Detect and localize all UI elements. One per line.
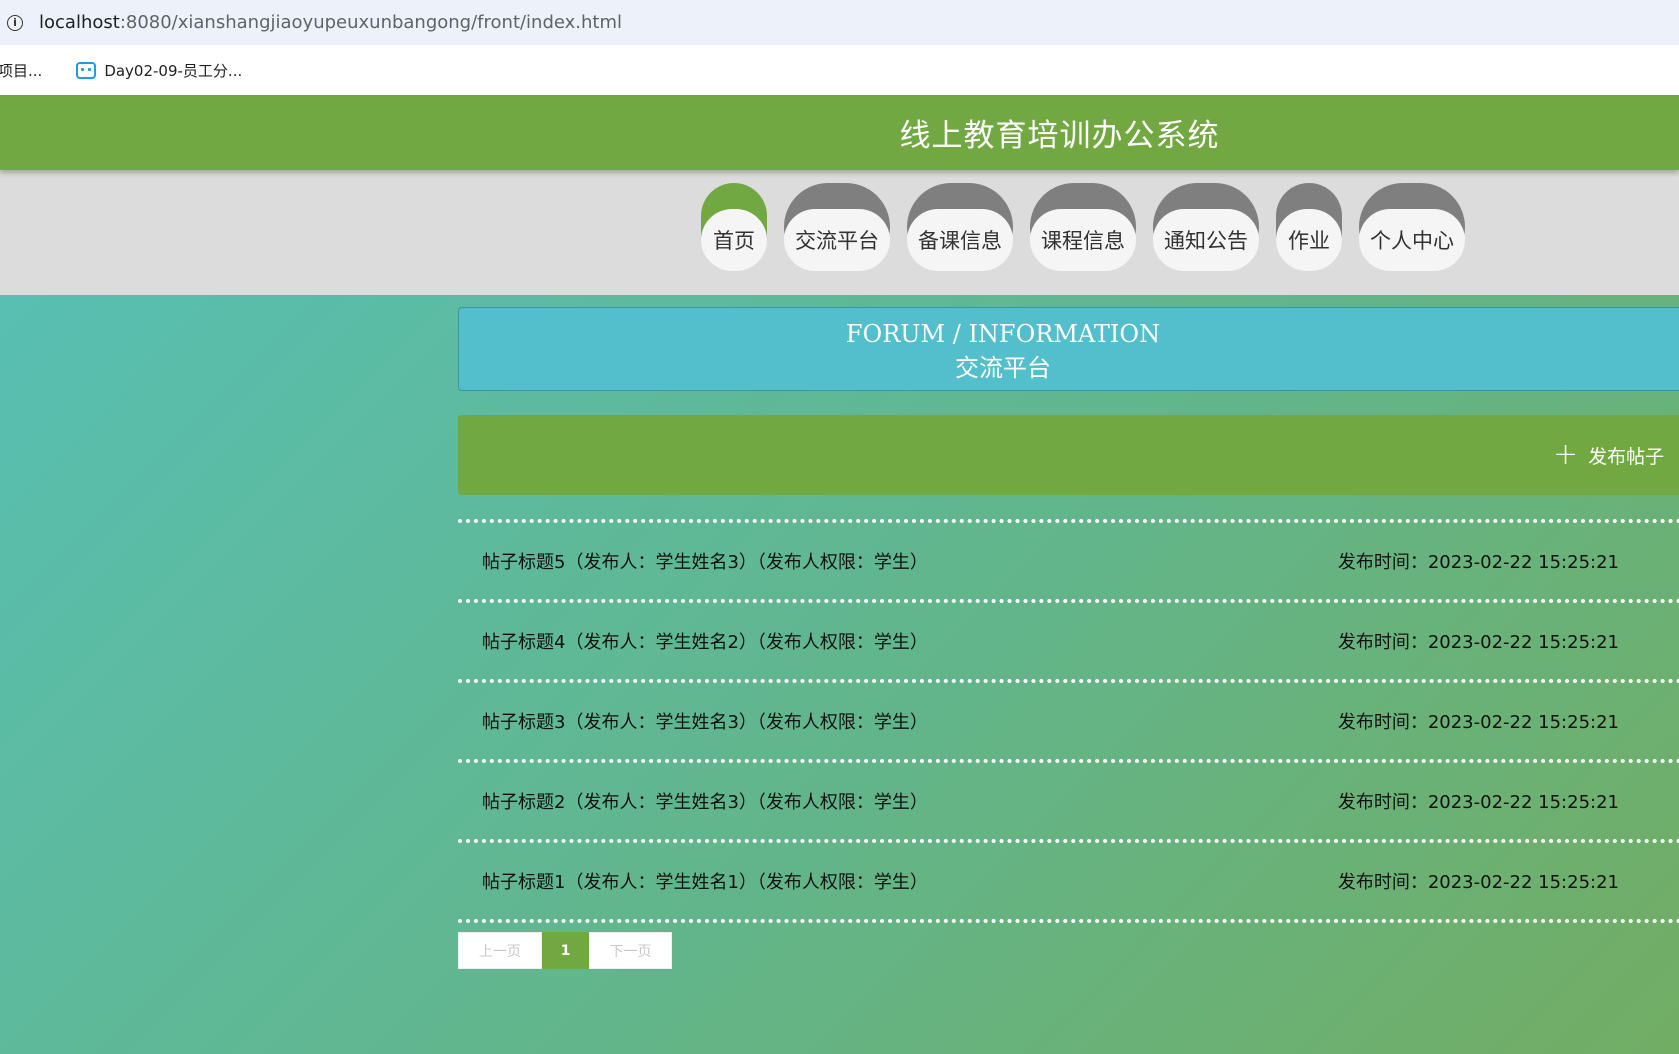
publish-post-button[interactable]: + 发布帖子: [1553, 415, 1664, 495]
url-path: :8080/xianshangjiaoyupeuxunbangong/front…: [119, 12, 623, 33]
nav-item-label: 通知公告: [1153, 209, 1259, 271]
nav-item-courses[interactable]: 课程信息: [1030, 183, 1136, 271]
post-time: 发布时间：2023-02-22 15:25:21: [1337, 632, 1619, 653]
post-title[interactable]: 帖子标题2（发布人：学生姓名3）（发布人权限：学生）: [482, 788, 928, 814]
nav-item-label: 个人中心: [1359, 209, 1465, 271]
nav-item-label: 首页: [701, 209, 767, 271]
forum-banner: FORUM / INFORMATION 交流平台: [458, 307, 1679, 391]
page-number-button[interactable]: 1: [542, 932, 589, 969]
post-row[interactable]: 帖子标题3（发布人：学生姓名3）（发布人权限：学生） 发布时间：2023-02-…: [458, 679, 1679, 759]
action-bar: + 发布帖子: [458, 415, 1679, 495]
publish-post-label: 发布帖子: [1588, 445, 1665, 468]
post-title[interactable]: 帖子标题1（发布人：学生姓名1）（发布人权限：学生）: [482, 868, 928, 894]
browser-address-bar[interactable]: i localhost:8080/xianshangjiaoyupeuxunba…: [0, 0, 1679, 45]
post-time: 发布时间：2023-02-22 15:25:21: [1337, 712, 1619, 733]
forum-banner-title-en: FORUM / INFORMATION: [845, 320, 1161, 348]
site-header: 线上教育培训办公系统: [0, 95, 1679, 170]
nav-item-homework[interactable]: 作业: [1276, 183, 1342, 271]
plus-icon: +: [1553, 437, 1579, 472]
main-nav: 首页 交流平台 备课信息 课程信息 通知公告 作业 个人中心: [701, 183, 1465, 271]
post-row[interactable]: 帖子标题2（发布人：学生姓名3）（发布人权限：学生） 发布时间：2023-02-…: [458, 759, 1679, 839]
forum-banner-title-cn: 交流平台: [955, 354, 1051, 382]
bookmark-label: Day02-09-员工分...: [104, 61, 243, 80]
post-title[interactable]: 帖子标题3（发布人：学生姓名3）（发布人权限：学生）: [482, 708, 928, 734]
nav-item-forum[interactable]: 交流平台: [784, 183, 890, 271]
nav-item-label: 课程信息: [1030, 209, 1136, 271]
bookmarks-bar: 项目... Day02-09-员工分...: [0, 45, 1679, 95]
post-time: 发布时间：2023-02-22 15:25:21: [1337, 872, 1619, 893]
post-row[interactable]: 帖子标题4（发布人：学生姓名2）（发布人权限：学生） 发布时间：2023-02-…: [458, 599, 1679, 679]
nav-item-lesson-prep[interactable]: 备课信息: [907, 183, 1013, 271]
post-row[interactable]: 帖子标题1（发布人：学生姓名1）（发布人权限：学生） 发布时间：2023-02-…: [458, 839, 1679, 919]
bookmark-item[interactable]: 项目...: [0, 60, 42, 81]
site-title: 线上教育培训办公系统: [899, 118, 1220, 154]
post-title[interactable]: 帖子标题4（发布人：学生姓名2）（发布人权限：学生）: [482, 628, 928, 654]
post-list: 帖子标题5（发布人：学生姓名3）（发布人权限：学生） 发布时间：2023-02-…: [458, 519, 1679, 923]
next-page-button[interactable]: 下一页: [589, 932, 672, 969]
site-info-icon[interactable]: i: [7, 14, 23, 31]
pagination: 上一页 1 下一页: [458, 932, 672, 969]
post-time: 发布时间：2023-02-22 15:25:21: [1337, 552, 1619, 573]
nav-item-label: 交流平台: [784, 209, 890, 271]
nav-item-notices[interactable]: 通知公告: [1153, 183, 1259, 271]
nav-item-label: 作业: [1276, 209, 1342, 271]
nav-item-label: 备课信息: [907, 209, 1013, 271]
post-title[interactable]: 帖子标题5（发布人：学生姓名3）（发布人权限：学生）: [482, 548, 928, 574]
bilibili-icon: [76, 61, 97, 79]
url-host: localhost: [39, 12, 120, 33]
prev-page-button[interactable]: 上一页: [458, 932, 542, 969]
post-row[interactable]: 帖子标题5（发布人：学生姓名3）（发布人权限：学生） 发布时间：2023-02-…: [458, 519, 1679, 599]
nav-item-profile[interactable]: 个人中心: [1359, 183, 1465, 271]
post-list-divider: [458, 919, 1679, 923]
nav-item-home[interactable]: 首页: [701, 183, 767, 271]
post-time: 发布时间：2023-02-22 15:25:21: [1337, 792, 1619, 813]
bookmark-item[interactable]: Day02-09-员工分...: [76, 60, 242, 81]
bookmark-label: 项目...: [0, 61, 43, 80]
